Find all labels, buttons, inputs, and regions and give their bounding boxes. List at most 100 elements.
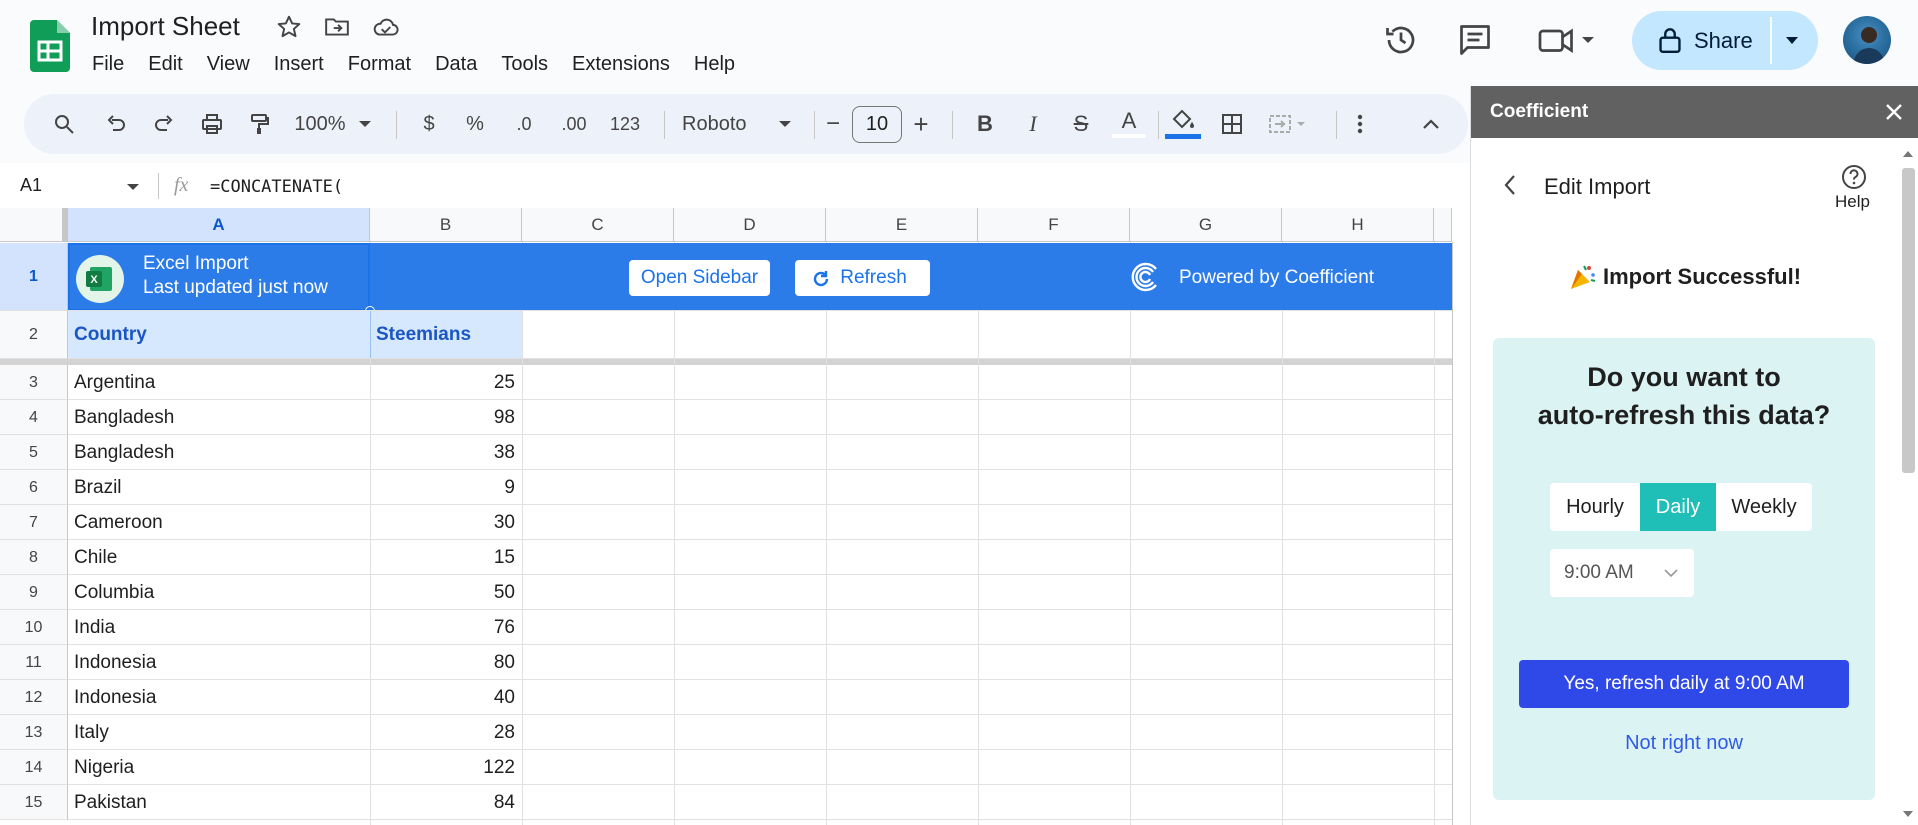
name-box[interactable]: A1: [20, 175, 42, 196]
row-header[interactable]: 7: [0, 505, 68, 540]
confirm-refresh-button[interactable]: Yes, refresh daily at 9:00 AM: [1519, 660, 1849, 708]
zoom-select[interactable]: 100%: [288, 94, 378, 154]
help-icon[interactable]: [1841, 164, 1867, 190]
menu-view[interactable]: View: [195, 50, 262, 78]
document-title[interactable]: Import Sheet: [91, 11, 240, 42]
more-options-icon[interactable]: [1346, 94, 1374, 154]
row-header[interactable]: 12: [0, 680, 68, 715]
cell-country[interactable]: Indonesia: [74, 652, 156, 674]
row-header[interactable]: 14: [0, 750, 68, 785]
cell-country[interactable]: Columbia: [74, 582, 154, 604]
open-sidebar-button[interactable]: Open Sidebar: [629, 260, 770, 296]
row-header[interactable]: 6: [0, 470, 68, 505]
cell-steemians[interactable]: 98: [370, 407, 515, 429]
cell-steemians[interactable]: 80: [370, 652, 515, 674]
decrease-font-size-button[interactable]: −: [816, 94, 850, 154]
column-header-e[interactable]: E: [826, 208, 978, 242]
column-header-d[interactable]: D: [674, 208, 826, 242]
row-header[interactable]: 11: [0, 645, 68, 680]
row-header[interactable]: 9: [0, 575, 68, 610]
star-icon[interactable]: [276, 14, 302, 40]
cell-steemians[interactable]: 76: [370, 617, 515, 639]
cell-steemians[interactable]: 84: [370, 792, 515, 814]
not-right-now-link[interactable]: Not right now: [1493, 732, 1875, 755]
scroll-thumb[interactable]: [1902, 168, 1915, 473]
cell-steemians[interactable]: 38: [370, 442, 515, 464]
cell-country[interactable]: Cameroon: [74, 512, 163, 534]
decrease-decimal-button[interactable]: .0: [504, 94, 544, 154]
column-header-c[interactable]: C: [522, 208, 674, 242]
menu-edit[interactable]: Edit: [136, 50, 194, 78]
cell-steemians[interactable]: 28: [370, 722, 515, 744]
font-select[interactable]: Roboto: [670, 94, 810, 154]
menu-tools[interactable]: Tools: [489, 50, 560, 78]
scroll-down-icon[interactable]: [1902, 810, 1914, 818]
select-all-corner[interactable]: [0, 208, 68, 242]
column-header-h[interactable]: H: [1282, 208, 1434, 242]
menu-extensions[interactable]: Extensions: [560, 50, 682, 78]
avatar[interactable]: [1843, 16, 1891, 64]
share-button[interactable]: Share: [1632, 11, 1818, 70]
option-daily[interactable]: Daily: [1640, 483, 1716, 531]
cloud-saved-icon[interactable]: [372, 14, 399, 40]
row-header[interactable]: 15: [0, 785, 68, 820]
help-label[interactable]: Help: [1835, 192, 1870, 212]
column-header-f[interactable]: F: [978, 208, 1130, 242]
cell-steemians[interactable]: 15: [370, 547, 515, 569]
cell-country[interactable]: Pakistan: [74, 792, 147, 814]
option-hourly[interactable]: Hourly: [1550, 483, 1640, 531]
close-icon[interactable]: [1885, 103, 1903, 121]
column-header-g[interactable]: G: [1130, 208, 1282, 242]
cell-steemians[interactable]: 9: [370, 477, 515, 499]
merge-cells-icon[interactable]: [1262, 94, 1322, 154]
cell-country[interactable]: Italy: [74, 722, 109, 744]
row-header[interactable]: 5: [0, 435, 68, 470]
percent-format-button[interactable]: %: [458, 94, 492, 154]
row-header-1[interactable]: 1: [0, 243, 68, 311]
sheets-logo-icon[interactable]: [30, 20, 70, 72]
number-format-button[interactable]: 123: [602, 94, 648, 154]
row-header[interactable]: 8: [0, 540, 68, 575]
cell-country[interactable]: Indonesia: [74, 687, 156, 709]
cell-steemians[interactable]: 50: [370, 582, 515, 604]
cell-country[interactable]: Brazil: [74, 477, 122, 499]
cell-country[interactable]: Argentina: [74, 372, 155, 394]
cell-country[interactable]: Bangladesh: [74, 407, 174, 429]
cell-country[interactable]: India: [74, 617, 115, 639]
print-icon[interactable]: [194, 94, 230, 154]
paint-format-icon[interactable]: [242, 94, 278, 154]
cell-steemians[interactable]: 25: [370, 372, 515, 394]
row-header-2[interactable]: 2: [0, 311, 68, 359]
increase-font-size-button[interactable]: +: [904, 94, 938, 154]
share-dropdown-icon[interactable]: [1784, 35, 1800, 47]
borders-icon[interactable]: [1214, 94, 1250, 154]
cell-country[interactable]: Bangladesh: [74, 442, 174, 464]
comments-icon[interactable]: [1457, 22, 1493, 58]
header-country[interactable]: Country: [74, 324, 147, 346]
strikethrough-button[interactable]: S: [1064, 94, 1098, 154]
italic-button[interactable]: I: [1016, 94, 1050, 154]
collapse-toolbar-icon[interactable]: [1414, 94, 1448, 154]
fill-color-button[interactable]: [1164, 94, 1202, 154]
increase-decimal-button[interactable]: .00: [552, 94, 596, 154]
menu-data[interactable]: Data: [423, 50, 489, 78]
option-weekly[interactable]: Weekly: [1716, 483, 1812, 531]
row-header[interactable]: 4: [0, 400, 68, 435]
search-menus-icon[interactable]: [46, 94, 82, 154]
time-select[interactable]: 9:00 AM: [1550, 549, 1694, 597]
menu-help[interactable]: Help: [682, 50, 747, 78]
formula-input[interactable]: =CONCATENATE(: [210, 177, 343, 197]
back-chevron-icon[interactable]: [1503, 174, 1517, 196]
row-header[interactable]: 10: [0, 610, 68, 645]
version-history-icon[interactable]: [1383, 22, 1419, 58]
menu-insert[interactable]: Insert: [262, 50, 336, 78]
column-header-a[interactable]: A: [68, 208, 370, 242]
header-steemians[interactable]: Steemians: [376, 324, 471, 346]
row-header[interactable]: 3: [0, 365, 68, 400]
redo-icon[interactable]: [146, 94, 182, 154]
menu-format[interactable]: Format: [336, 50, 423, 78]
text-color-button[interactable]: A: [1112, 94, 1146, 154]
undo-icon[interactable]: [98, 94, 134, 154]
cell-country[interactable]: Nigeria: [74, 757, 134, 779]
meet-icon[interactable]: [1537, 22, 1597, 58]
